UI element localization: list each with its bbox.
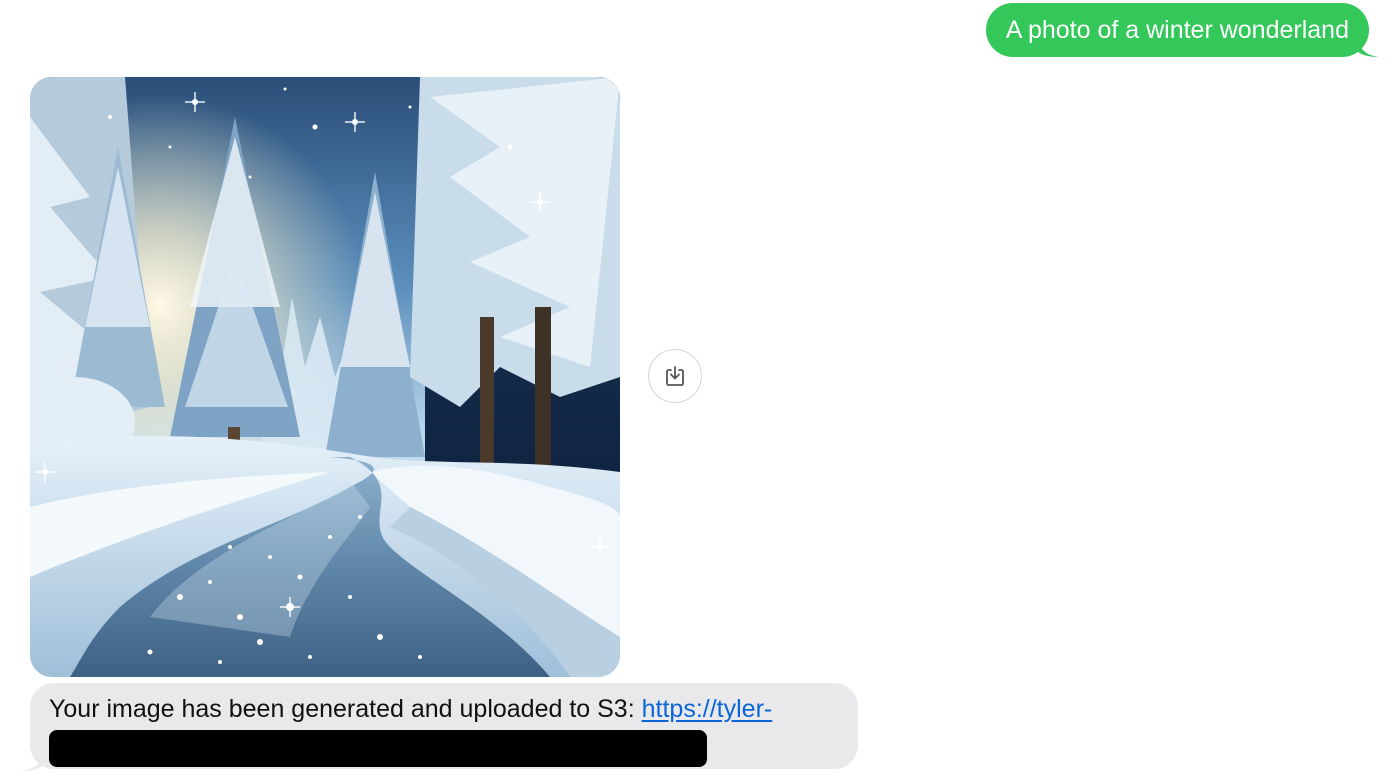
save-image-button[interactable] <box>648 349 702 403</box>
incoming-message-bubble[interactable]: Your image has been generated and upload… <box>20 683 858 771</box>
outgoing-message-bubble[interactable]: A photo of a winter wonderland <box>985 3 1379 57</box>
bubble-tail-left <box>20 749 44 771</box>
bubble-tail-right <box>1357 35 1379 57</box>
redacted-url-bar <box>49 730 707 767</box>
s3-link[interactable]: https://tyler- <box>642 695 773 723</box>
generated-image[interactable] <box>30 77 620 677</box>
save-to-downloads-icon <box>666 366 684 386</box>
message-thread: A photo of a winter wonderland Your imag… <box>0 0 1392 784</box>
outgoing-message-text: A photo of a winter wonderland <box>1005 16 1349 44</box>
winter-wonderland-image <box>30 77 620 677</box>
incoming-message-text: Your image has been generated and upload… <box>49 695 635 723</box>
